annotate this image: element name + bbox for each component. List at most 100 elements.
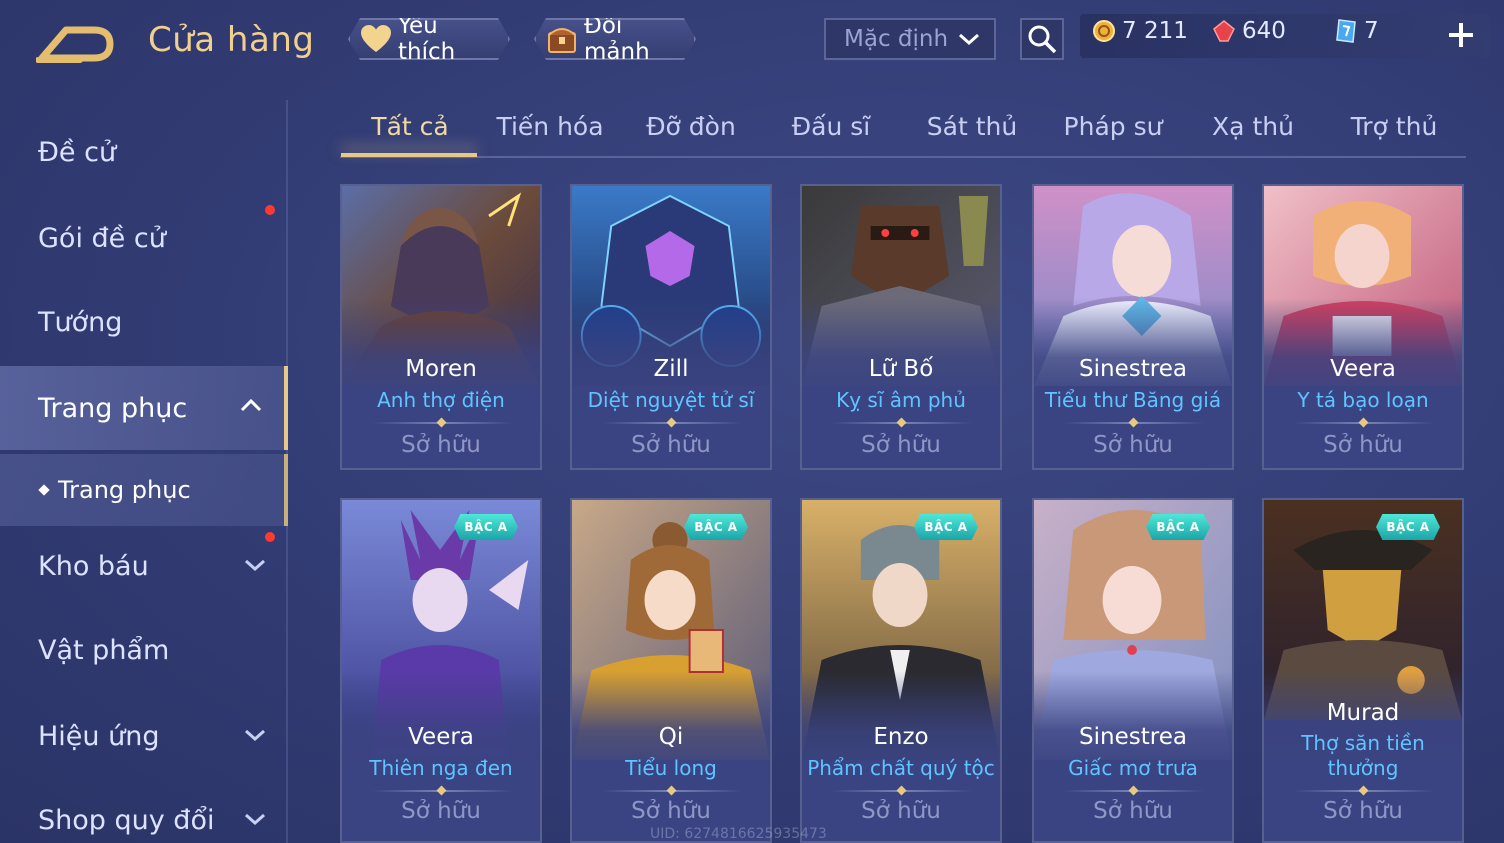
gold-balance: 7 211 — [1092, 18, 1188, 44]
skin-name: Diệt nguyệt tử sĩ — [587, 388, 755, 412]
owned-status: Sở hữu — [861, 798, 941, 824]
sidebar-item-skins[interactable]: Trang phục — [0, 366, 288, 450]
owned-status: Sở hữu — [401, 432, 481, 458]
sidebar: Đề cử Gói đề cử Tướng Trang phục Trang p… — [0, 100, 290, 843]
owned-status: Sở hữu — [631, 432, 711, 458]
skin-name-line1: Thợ săn tiền — [1301, 731, 1425, 755]
skin-name: Anh thợ điện — [377, 388, 505, 412]
sidebar-item-label: Vật phẩm — [38, 634, 170, 666]
tab-marksman[interactable]: Xạ thủ — [1183, 112, 1323, 141]
skin-name: Tiểu thư Băng giá — [1044, 388, 1222, 412]
tier-badge: BẬC A — [914, 514, 978, 540]
search-button[interactable] — [1020, 18, 1064, 60]
skin-card[interactable]: Zill Diệt nguyệt tử sĩ Sở hữu — [570, 184, 772, 470]
gold-coin-icon — [1093, 20, 1115, 42]
sidebar-item-treasure[interactable]: Kho báu — [0, 524, 288, 608]
page-title: Cửa hàng — [148, 20, 315, 60]
owned-status: Sở hữu — [401, 798, 481, 824]
chevron-down-icon — [245, 813, 265, 826]
notification-dot — [265, 205, 275, 215]
hero-name: Sinestrea — [1079, 724, 1187, 750]
ruby-gem-icon — [1213, 20, 1235, 42]
voucher-amount: 7 — [1364, 18, 1379, 44]
chevron-down-icon — [245, 729, 265, 742]
skin-name: Y tá bạo loạn — [1297, 388, 1429, 412]
skin-card[interactable]: BẬC A Sinestrea Giấc mơ trưa Sở hữu — [1032, 498, 1234, 843]
owned-status: Sở hữu — [631, 798, 711, 824]
skin-name: Tiểu long — [625, 756, 717, 780]
favorites-button[interactable]: Yêu thích — [348, 18, 510, 60]
owned-status: Sở hữu — [1093, 432, 1173, 458]
sidebar-item-recommended[interactable]: Đề cử — [0, 110, 288, 194]
tier-badge: BẬC A — [684, 514, 748, 540]
sort-value: Mặc định — [844, 26, 949, 52]
owned-status: Sở hữu — [1323, 432, 1403, 458]
tab-all[interactable]: Tất cả — [340, 112, 480, 141]
skin-card[interactable]: BẬC A Murad Thợ săn tiền thưởng Sở hữu — [1262, 498, 1464, 843]
skin-name-line2: thưởng — [1327, 756, 1399, 780]
shard-exchange-button[interactable]: Đổi mảnh — [534, 18, 696, 60]
sidebar-item-label: Đề cử — [38, 136, 117, 168]
sidebar-item-heroes[interactable]: Tướng — [0, 280, 288, 364]
bullet-diamond-icon — [38, 484, 50, 496]
chevron-down-icon — [959, 33, 979, 46]
owned-status: Sở hữu — [1093, 798, 1173, 824]
uid-watermark: UID: 6274816625935473 — [650, 826, 827, 842]
owned-status: Sở hữu — [1323, 798, 1403, 824]
sidebar-item-recommended-bundles[interactable]: Gói đề cử — [0, 196, 288, 280]
sort-dropdown[interactable]: Mặc định — [824, 18, 996, 60]
chevron-up-icon — [240, 398, 262, 412]
tab-mage[interactable]: Pháp sư — [1043, 112, 1183, 141]
sidebar-item-exchange-shop[interactable]: Shop quy đổi — [0, 778, 288, 843]
hero-name: Qi — [658, 724, 684, 750]
tab-assassin[interactable]: Sát thủ — [902, 112, 1042, 141]
top-bar: Cửa hàng Yêu thích Đổi mảnh Mặc định 7 2… — [0, 0, 1504, 80]
voucher-balance: 7 — [1334, 18, 1379, 44]
sidebar-item-label: Kho báu — [38, 550, 149, 582]
skin-card[interactable]: Sinestrea Tiểu thư Băng giá Sở hữu — [1032, 184, 1234, 470]
skin-card[interactable]: BẬC A Veera Thiên nga đen Sở hữu — [340, 498, 542, 843]
active-tab-indicator — [341, 153, 477, 157]
search-icon — [1028, 25, 1057, 54]
sidebar-subitem-skins[interactable]: Trang phục — [0, 454, 288, 526]
skin-card[interactable]: BẬC A Qi Tiểu long Sở hữu — [570, 498, 772, 843]
skin-name: Kỵ sĩ âm phủ — [836, 388, 966, 412]
voucher-card-icon — [1336, 19, 1356, 43]
sidebar-subitem-label: Trang phục — [58, 476, 191, 504]
skin-card[interactable]: BẬC A Enzo Phẩm chất quý tộc Sở hữu — [800, 498, 1002, 843]
hero-name: Lữ Bố — [868, 356, 934, 382]
ruby-balance: 640 — [1212, 18, 1286, 44]
tab-evolution[interactable]: Tiến hóa — [480, 112, 620, 141]
sidebar-item-label: Gói đề cử — [38, 222, 166, 254]
sidebar-item-label: Trang phục — [38, 392, 188, 424]
skin-name: Thiên nga đen — [369, 756, 513, 780]
skin-card[interactable]: Lữ Bố Kỵ sĩ âm phủ Sở hữu — [800, 184, 1002, 470]
hero-name: Zill — [653, 356, 689, 382]
shard-exchange-label: Đổi mảnh — [584, 13, 650, 65]
tier-badge: BẬC A — [1146, 514, 1210, 540]
tab-tank[interactable]: Đỡ đòn — [621, 112, 761, 141]
hero-name: Enzo — [873, 724, 929, 750]
gold-amount: 7 211 — [1122, 18, 1188, 44]
category-tabs: Tất cả Tiến hóa Đỡ đòn Đấu sĩ Sát thủ Ph… — [340, 100, 1466, 158]
ruby-amount: 640 — [1242, 18, 1286, 44]
chevron-down-icon — [245, 559, 265, 572]
skin-card[interactable]: Veera Y tá bạo loạn Sở hữu — [1262, 184, 1464, 470]
heart-icon — [360, 22, 392, 56]
sidebar-item-label: Tướng — [38, 306, 123, 338]
tier-badge: BẬC A — [1376, 514, 1440, 540]
hero-name: Veera — [408, 724, 474, 750]
notification-dot — [265, 532, 275, 542]
skin-name: Phẩm chất quý tộc — [807, 756, 995, 780]
tier-badge: BẬC A — [454, 514, 518, 540]
tab-fighter[interactable]: Đấu sĩ — [761, 112, 901, 141]
skin-card[interactable]: Moren Anh thợ điện Sở hữu — [340, 184, 542, 470]
add-currency-plus-icon[interactable] — [1444, 18, 1478, 52]
sidebar-item-label: Hiệu ứng — [38, 720, 160, 752]
hero-name: Murad — [1326, 700, 1400, 726]
hero-name: Moren — [405, 356, 477, 382]
tab-support[interactable]: Trợ thủ — [1324, 112, 1464, 141]
sidebar-item-effects[interactable]: Hiệu ứng — [0, 694, 288, 778]
back-arrow-icon[interactable] — [36, 18, 116, 66]
sidebar-item-items[interactable]: Vật phẩm — [0, 608, 288, 692]
